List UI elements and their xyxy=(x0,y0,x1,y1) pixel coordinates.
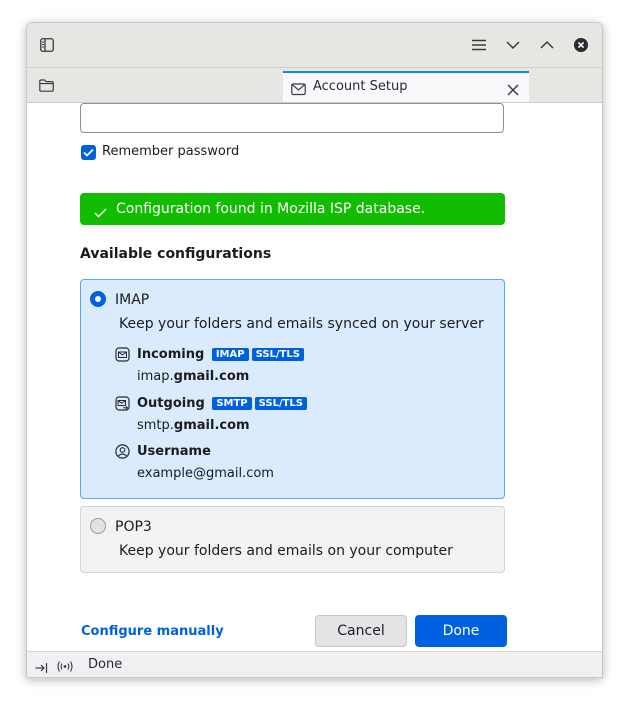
outgoing-host-domain: gmail.com xyxy=(173,418,250,433)
incoming-protocol-badge: IMAP xyxy=(211,348,249,361)
check-icon xyxy=(83,148,94,157)
outgoing-host: smtp.gmail.com xyxy=(137,418,250,433)
tab-title: Account Setup xyxy=(313,79,408,94)
incoming-host: imap.gmail.com xyxy=(137,369,249,384)
check-icon xyxy=(94,203,107,222)
pop3-radio[interactable] xyxy=(90,518,106,534)
outgoing-label: Outgoing xyxy=(137,396,205,411)
pop3-description: Keep your folders and emails on your com… xyxy=(119,543,453,559)
folder-icon[interactable] xyxy=(39,77,54,96)
config-found-banner: Configuration found in Mozilla ISP datab… xyxy=(80,193,505,225)
chevron-down-icon[interactable] xyxy=(503,35,523,55)
incoming-server-icon xyxy=(115,347,131,363)
pop3-title: POP3 xyxy=(115,519,152,535)
sidebar-icon[interactable] xyxy=(37,35,57,55)
chevron-up-icon[interactable] xyxy=(537,35,557,55)
incoming-host-prefix: imap. xyxy=(137,369,174,384)
broadcast-icon[interactable] xyxy=(56,658,74,677)
close-circle-icon[interactable] xyxy=(571,35,591,55)
outgoing-host-prefix: smtp. xyxy=(137,418,174,433)
hamburger-icon[interactable] xyxy=(469,35,489,55)
incoming-label: Incoming xyxy=(137,347,205,362)
username-label: Username xyxy=(137,444,211,459)
username-value: example@gmail.com xyxy=(137,466,274,481)
app-window: Account Setup Remember password Configur… xyxy=(26,22,603,678)
config-card-imap[interactable]: IMAP Keep your folders and emails synced… xyxy=(80,279,505,499)
imap-description: Keep your folders and emails synced on y… xyxy=(119,316,484,332)
remember-password-checkbox[interactable] xyxy=(81,145,96,160)
imap-radio[interactable] xyxy=(90,291,106,307)
outgoing-security-badge: SSL/TLS xyxy=(254,397,307,410)
outgoing-protocol-badge: SMTP xyxy=(212,397,252,410)
status-bar: Done xyxy=(27,651,602,677)
banner-text: Configuration found in Mozilla ISP datab… xyxy=(116,201,426,217)
config-card-pop3[interactable]: POP3 Keep your folders and emails on you… xyxy=(80,506,505,573)
imap-title: IMAP xyxy=(115,292,150,308)
account-setup-content: Remember password Configuration found in… xyxy=(27,103,602,651)
incoming-host-domain: gmail.com xyxy=(173,369,250,384)
configure-manually-link[interactable]: Configure manually xyxy=(81,624,224,639)
incoming-security-badge: SSL/TLS xyxy=(251,348,304,361)
status-text: Done xyxy=(88,657,123,672)
outgoing-server-icon xyxy=(115,396,131,412)
done-button[interactable]: Done xyxy=(415,615,507,647)
tab-bar: Account Setup xyxy=(27,68,602,103)
cancel-button[interactable]: Cancel xyxy=(315,615,407,647)
close-icon[interactable] xyxy=(507,81,519,100)
titlebar xyxy=(27,23,602,68)
mail-icon xyxy=(291,81,306,100)
arrow-to-right-icon[interactable] xyxy=(35,659,48,677)
remember-password-label[interactable]: Remember password xyxy=(102,144,239,159)
user-icon xyxy=(115,444,131,460)
tab-account-setup[interactable]: Account Setup xyxy=(283,71,529,102)
password-input[interactable] xyxy=(80,103,504,133)
available-configurations-heading: Available configurations xyxy=(80,246,272,262)
